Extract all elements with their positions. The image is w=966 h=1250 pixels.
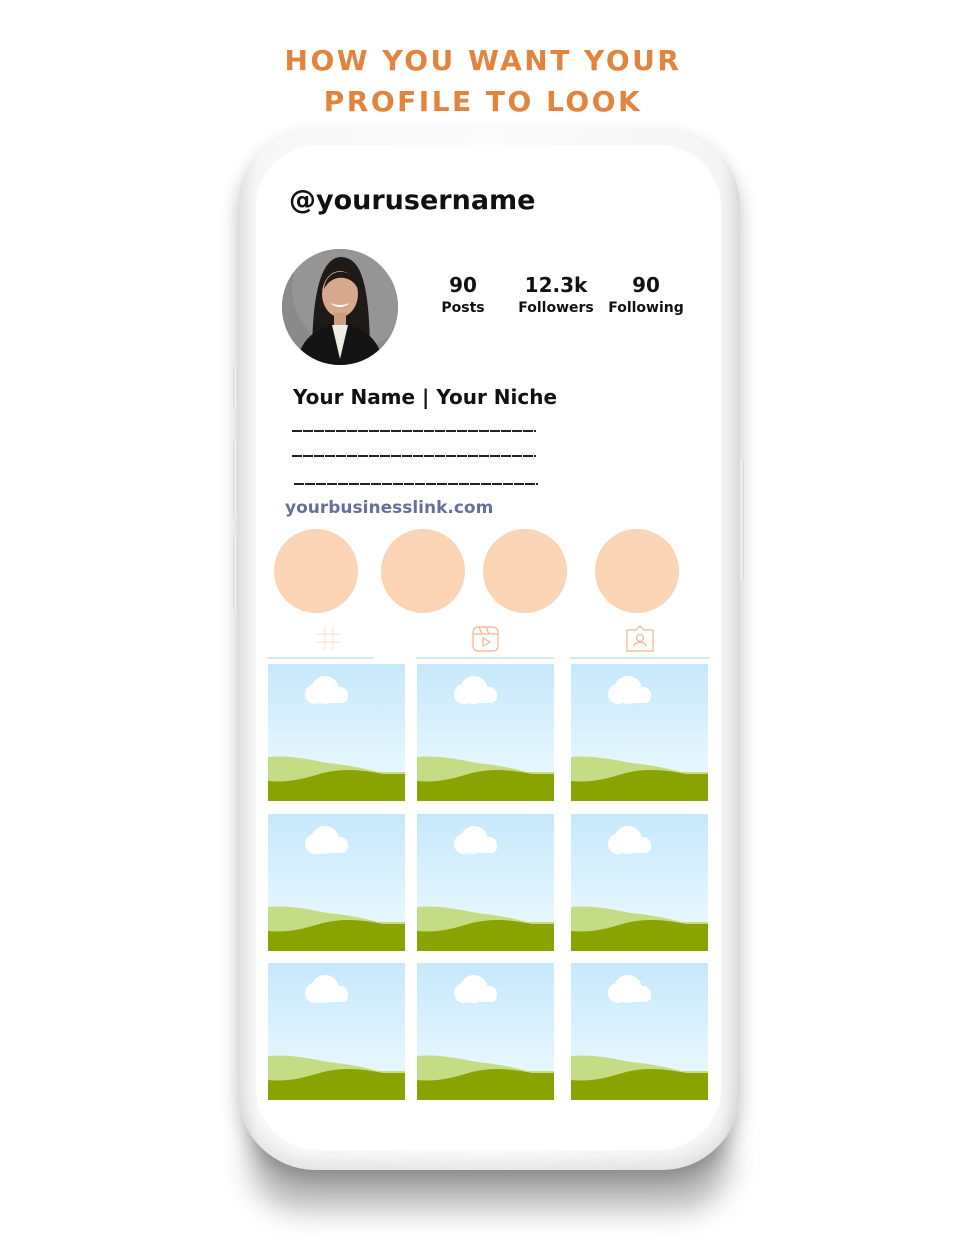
stat-label: Posts <box>441 300 485 316</box>
story-highlight[interactable] <box>274 529 358 613</box>
landscape-placeholder-icon <box>571 814 708 951</box>
profile-username: @yourusername <box>289 185 536 216</box>
tab-divider <box>416 657 554 659</box>
bio-line <box>292 455 536 457</box>
landscape-placeholder-icon <box>268 963 405 1100</box>
story-highlight[interactable] <box>381 529 465 613</box>
phone-side-button <box>233 535 238 611</box>
headline: HOW YOU WANT YOUR PROFILE TO LOOK <box>0 40 966 122</box>
post-thumbnail[interactable] <box>268 963 405 1100</box>
post-thumbnail[interactable] <box>417 963 554 1100</box>
stat-label: Followers <box>518 300 594 316</box>
bio-name: Your Name | Your Niche <box>293 385 558 409</box>
landscape-placeholder-icon <box>417 664 554 801</box>
tagged-icon <box>626 625 654 652</box>
posts-tab[interactable] <box>316 625 342 656</box>
profile-link[interactable]: yourbusinesslink.com <box>285 498 493 518</box>
headline-line-2: PROFILE TO LOOK <box>323 85 643 118</box>
tab-divider <box>570 657 710 659</box>
phone-side-button <box>739 460 744 580</box>
landscape-placeholder-icon <box>571 963 708 1100</box>
post-thumbnail[interactable] <box>571 963 708 1100</box>
tagged-tab[interactable] <box>626 625 654 658</box>
stat-following[interactable]: 90 Following <box>604 273 688 319</box>
landscape-placeholder-icon <box>268 664 405 801</box>
reels-tab[interactable] <box>472 625 500 658</box>
post-thumbnail[interactable] <box>571 664 708 801</box>
reels-icon <box>472 626 499 652</box>
post-thumbnail[interactable] <box>268 814 405 951</box>
landscape-placeholder-icon <box>268 814 405 951</box>
stat-value: 12.3k <box>524 273 588 297</box>
phone-side-button <box>233 440 238 518</box>
bio-line <box>292 430 536 432</box>
story-highlight[interactable] <box>483 529 567 613</box>
landscape-placeholder-icon <box>571 664 708 801</box>
stat-label: Following <box>608 300 684 316</box>
post-thumbnail[interactable] <box>571 814 708 951</box>
stat-value: 90 <box>632 273 660 297</box>
post-thumbnail[interactable] <box>268 664 405 801</box>
post-thumbnail[interactable] <box>417 814 554 951</box>
phone-side-button <box>233 366 238 408</box>
avatar[interactable] <box>282 249 398 365</box>
headline-line-1: HOW YOU WANT YOUR <box>284 44 682 77</box>
stat-posts[interactable]: 90 Posts <box>426 273 500 319</box>
landscape-placeholder-icon <box>417 963 554 1100</box>
stat-followers[interactable]: 12.3k Followers <box>508 273 604 319</box>
profile-photo-icon <box>282 249 398 365</box>
grid-icon <box>317 626 341 650</box>
landscape-placeholder-icon <box>417 814 554 951</box>
stat-value: 90 <box>449 273 477 297</box>
profile-stats: 90 Posts 12.3k Followers 90 Following <box>426 273 696 319</box>
tab-divider <box>268 657 374 659</box>
story-highlight[interactable] <box>595 529 679 613</box>
bio-line <box>294 483 538 485</box>
phone-screen: @yourusername 90 Posts 12.3k Followers 9… <box>256 145 721 1150</box>
post-thumbnail[interactable] <box>417 664 554 801</box>
